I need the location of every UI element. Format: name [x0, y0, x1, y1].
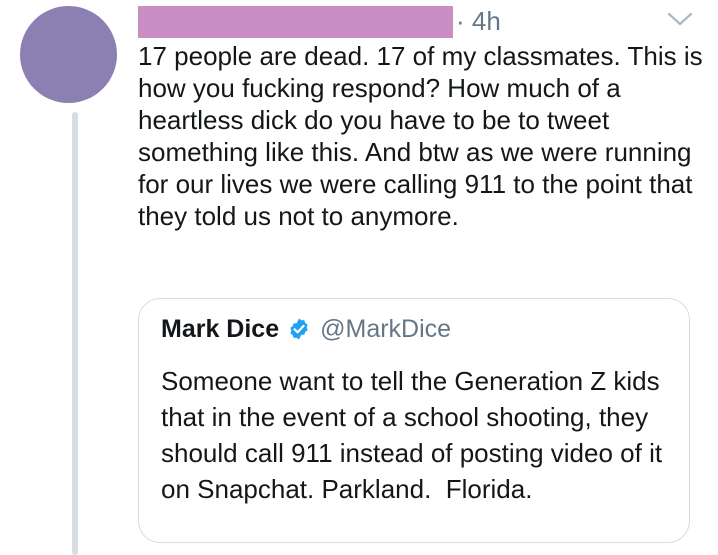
- redacted-username: [138, 6, 453, 38]
- chevron-down-icon[interactable]: [665, 8, 695, 30]
- quoted-tweet-header: Mark Dice @MarkDice: [161, 312, 451, 346]
- tweet-timestamp[interactable]: · 4h: [456, 4, 501, 38]
- thread-connector-line: [72, 112, 78, 555]
- quoted-author-handle[interactable]: @MarkDice: [320, 312, 451, 346]
- quoted-tweet-text: Someone want to tell the Generation Z ki…: [161, 366, 670, 504]
- quoted-tweet-card[interactable]: Mark Dice @MarkDice Someone want to tell…: [138, 298, 690, 543]
- tweet-text: 17 people are dead. 17 of my classmates.…: [138, 41, 703, 231]
- quoted-author-name[interactable]: Mark Dice: [161, 312, 279, 346]
- avatar[interactable]: [20, 6, 117, 103]
- verified-badge-icon: [290, 318, 308, 340]
